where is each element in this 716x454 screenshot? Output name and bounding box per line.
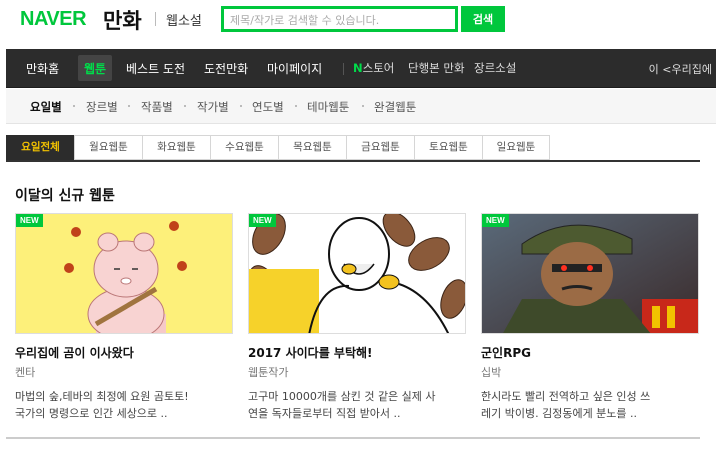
- subnav-by-year[interactable]: 연도별: [252, 99, 284, 115]
- webtoon-card: NEW 군인RPG 십박 한시라도 빨리 전역하고 싶은 인성 쓰 레기 박이병…: [481, 213, 699, 422]
- nav-challenge-comic[interactable]: 도전만화: [204, 60, 248, 77]
- description-line: 마법의 숲,테바의 최정예 요원 곰토토!: [15, 390, 189, 403]
- naver-logo[interactable]: NAVER: [20, 8, 87, 31]
- nav-genre-novel[interactable]: 장르소설: [474, 60, 516, 76]
- search-box: [221, 6, 458, 32]
- webtoon-card: NEW 우리집에 곰이 이사왔다 켄타 마법의 숲,테바의 최정예 요원 곰토토…: [15, 213, 233, 422]
- description-line: 레기 박이병. 김정동에게 분노를 ..: [481, 407, 638, 420]
- nav-webtoon[interactable]: 웹툰: [78, 55, 113, 81]
- description-line: 고구마 10000개를 삼킨 것 같은 실제 사: [248, 390, 436, 403]
- webtoon-description: 고구마 10000개를 삼킨 것 같은 실제 사 연을 독자들로부터 직접 받아…: [248, 388, 466, 422]
- tab-tuesday[interactable]: 화요웹툰: [142, 135, 210, 160]
- subnav-separator: [184, 105, 186, 107]
- webtoon-description: 한시라도 빨리 전역하고 싶은 인성 쓰 레기 박이병. 김정동에게 분노를 .…: [481, 388, 699, 422]
- comic-service-title[interactable]: 만화: [103, 5, 142, 35]
- subnav-separator: [362, 105, 364, 107]
- tab-friday[interactable]: 금요웹툰: [346, 135, 414, 160]
- nav-comic-home[interactable]: 만화홈: [26, 60, 59, 77]
- day-tab-bar: 요일전체 월요웹툰 화요웹툰 수요웹툰 목요웹툰 금요웹툰 토요웹툰 일요웹툰: [6, 135, 700, 162]
- cider-illustration: [249, 214, 465, 333]
- section-bottom-divider: [6, 437, 700, 439]
- description-line: 연을 독자들로부터 직접 받아서 ..: [248, 407, 401, 420]
- webtoon-author[interactable]: 웹툰작가: [248, 364, 466, 380]
- new-badge: NEW: [16, 214, 43, 227]
- webnovel-link[interactable]: 웹소설: [166, 10, 202, 29]
- header-divider: [155, 12, 156, 26]
- bear-illustration: [16, 214, 232, 333]
- soldier-illustration: [482, 214, 698, 333]
- tab-wednesday[interactable]: 수요웹툰: [210, 135, 278, 160]
- webtoon-thumbnail[interactable]: NEW: [481, 213, 699, 334]
- subnav-separator: [128, 105, 130, 107]
- webtoon-title[interactable]: 군인RPG: [481, 344, 699, 361]
- tab-sunday[interactable]: 일요웹툰: [482, 135, 550, 160]
- new-badge: NEW: [482, 214, 509, 227]
- description-line: 한시라도 빨리 전역하고 싶은 인성 쓰: [481, 390, 651, 403]
- subnav-separator: [295, 105, 297, 107]
- search-button[interactable]: 검색: [461, 6, 505, 32]
- nav-ticker-text[interactable]: 이 <우리집에: [649, 61, 712, 77]
- nav-books[interactable]: 단행본 만화: [408, 60, 465, 76]
- webtoon-author[interactable]: 켄타: [15, 364, 233, 380]
- subnav-by-genre[interactable]: 장르별: [86, 99, 118, 115]
- subnav-by-title[interactable]: 작품별: [141, 99, 173, 115]
- tab-thursday[interactable]: 목요웹툰: [278, 135, 346, 160]
- section-title: 이달의 신규 웹툰: [15, 188, 115, 204]
- tab-all-days[interactable]: 요일전체: [6, 135, 74, 160]
- main-navigation: 만화홈 웹툰 베스트 도전 도전만화 마이페이지 N스토어 단행본 만화 장르소…: [6, 49, 716, 88]
- nav-best-challenge[interactable]: 베스트 도전: [126, 60, 185, 77]
- webtoon-title[interactable]: 2017 사이다를 부탁해!: [248, 344, 466, 361]
- subnav-by-author[interactable]: 작가별: [197, 99, 229, 115]
- subnav-theme-webtoon[interactable]: 테마웹툰: [307, 99, 349, 115]
- tab-saturday[interactable]: 토요웹툰: [414, 135, 482, 160]
- webtoon-thumbnail[interactable]: NEW: [15, 213, 233, 334]
- sub-navigation: 요일별 장르별 작품별 작가별 연도별 테마웹툰 완결웹툰: [6, 89, 716, 124]
- webtoon-author[interactable]: 십박: [481, 364, 699, 380]
- nstore-n-icon: N: [353, 61, 363, 75]
- webtoon-description: 마법의 숲,테바의 최정예 요원 곰토토! 국가의 명령으로 인간 세상으로 .…: [15, 388, 233, 422]
- subnav-separator: [73, 105, 75, 107]
- nav-divider: [343, 63, 344, 75]
- tab-monday[interactable]: 월요웹툰: [74, 135, 142, 160]
- new-badge: NEW: [249, 214, 276, 227]
- subnav-completed-webtoon[interactable]: 완결웹툰: [374, 99, 416, 115]
- top-header: NAVER 만화 웹소설 검색: [0, 0, 716, 48]
- search-input[interactable]: [224, 10, 455, 31]
- webtoon-thumbnail[interactable]: NEW: [248, 213, 466, 334]
- nstore-label: 스토어: [362, 61, 395, 75]
- nav-my-page[interactable]: 마이페이지: [267, 60, 322, 77]
- webtoon-card: NEW 2017 사이다를 부탁해! 웹툰작가 고구마 10000개를 삼킨 것…: [248, 213, 466, 422]
- description-line: 국가의 명령으로 인간 세상으로 ..: [15, 407, 168, 420]
- subnav-by-day[interactable]: 요일별: [30, 99, 62, 115]
- nav-nstore[interactable]: N스토어: [353, 60, 394, 76]
- webtoon-title[interactable]: 우리집에 곰이 이사왔다: [15, 344, 233, 361]
- subnav-separator: [240, 105, 242, 107]
